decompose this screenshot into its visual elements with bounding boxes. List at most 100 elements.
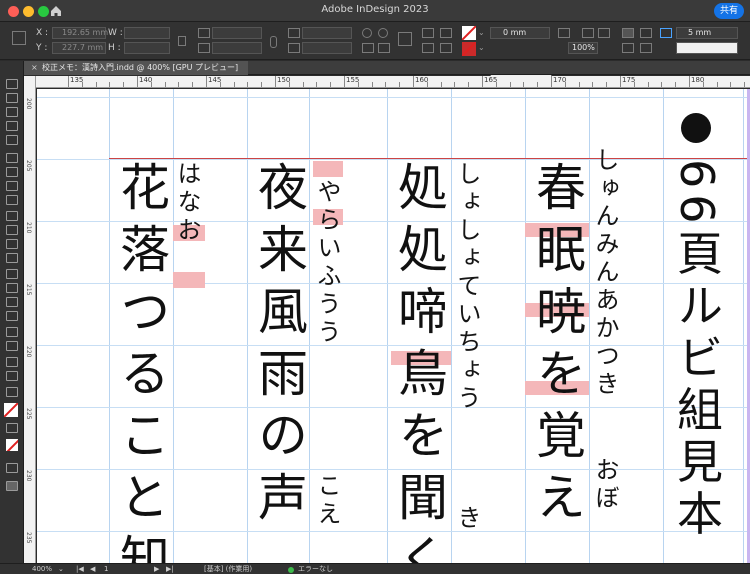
corner-options-icon[interactable] — [558, 28, 570, 38]
zoom-level[interactable]: 400% — [32, 564, 52, 574]
scale-y-icon[interactable] — [198, 43, 210, 53]
scale-x-field[interactable] — [212, 27, 262, 39]
ruby-text[interactable]: おぼ — [591, 457, 619, 513]
rectangle-frame-tool-icon[interactable] — [6, 211, 18, 221]
ruby-text[interactable]: こえ — [313, 473, 341, 529]
close-tab-icon[interactable]: × — [31, 61, 38, 75]
ruler-tick — [123, 82, 125, 87]
zoom-tool-icon[interactable] — [6, 371, 18, 381]
ruler-number: 230 — [25, 470, 32, 482]
w-field[interactable] — [124, 27, 170, 39]
gradient-feather-tool-icon[interactable] — [6, 311, 18, 321]
ruby-text[interactable]: やらいふうう — [313, 179, 341, 347]
auto-fit-icon[interactable] — [640, 28, 652, 38]
object-style-select[interactable] — [676, 42, 738, 54]
rotate-ccw-icon[interactable] — [378, 28, 388, 38]
prev-page-icon[interactable]: ◀ — [90, 564, 95, 574]
stroke-dropdown-icon[interactable]: ⌄ — [478, 43, 485, 52]
ruby-text[interactable]: はなお — [173, 161, 201, 245]
drop-shadow-icon[interactable] — [582, 28, 594, 38]
direct-selection-tool-icon[interactable] — [6, 93, 18, 103]
verse-line[interactable]: 処処啼鳥を聞く — [389, 161, 449, 563]
page-tool-icon[interactable] — [6, 107, 18, 117]
flip-h-icon[interactable] — [362, 43, 374, 53]
content-collector-icon[interactable] — [6, 135, 18, 145]
last-page-icon[interactable]: ▶| — [166, 564, 174, 574]
selection-tool-icon[interactable] — [6, 79, 18, 89]
document-tab[interactable]: × 校正メモ：漢詩入門.indd @ 400% [GPU プレビュー] — [24, 61, 249, 75]
select-content-icon[interactable] — [422, 43, 434, 53]
select-next-icon[interactable] — [440, 43, 452, 53]
type-tool-icon[interactable] — [6, 153, 18, 163]
zoom-dropdown-icon[interactable]: ⌄ — [58, 564, 64, 574]
fill-swatch-icon[interactable] — [462, 26, 476, 40]
scale-x-icon[interactable] — [198, 28, 210, 38]
screen-mode-icon[interactable] — [6, 463, 18, 473]
ruby-highlight — [173, 272, 205, 288]
horizontal-ruler[interactable]: 135140145150155160165170175180185190 — [36, 76, 750, 88]
ruler-tick — [233, 82, 235, 87]
vertical-ruler[interactable]: 200 205 210 215 220 225 230 235 — [24, 76, 36, 563]
stroke-swatch-icon[interactable] — [462, 42, 476, 56]
swap-colors-icon[interactable] — [6, 387, 18, 397]
ruler-tick — [413, 76, 414, 87]
text-wrap-icon[interactable] — [622, 28, 634, 38]
shear-field[interactable] — [302, 42, 352, 54]
offset-value: 5 mm — [688, 28, 712, 37]
text-frame-icon[interactable] — [398, 32, 412, 46]
verse-line[interactable]: 春眠暁を覚え — [527, 161, 587, 533]
select-container-icon[interactable] — [422, 28, 434, 38]
hand-tool-icon[interactable] — [6, 357, 18, 367]
eyedropper-tool-icon[interactable] — [6, 341, 18, 351]
grid-tool-icon[interactable] — [6, 253, 18, 263]
formatting-container-icon[interactable] — [6, 423, 18, 433]
ruler-number: 200 — [25, 98, 32, 110]
rectangle-tool-icon[interactable] — [6, 225, 18, 235]
rotate-cw-icon[interactable] — [362, 28, 372, 38]
first-page-icon[interactable]: |◀ — [76, 564, 84, 574]
rotate-field[interactable] — [302, 27, 352, 39]
shear-icon[interactable] — [288, 43, 300, 53]
preview-mode-icon[interactable] — [6, 481, 18, 491]
ruler-tick — [261, 82, 263, 87]
next-page-icon[interactable]: ▶ — [154, 564, 159, 574]
gradient-swatch-tool-icon[interactable] — [6, 297, 18, 307]
document-canvas[interactable]: 66頁ルビ組見本 しゅんみんあかつき 春眠暁を覚え おぼ しょしょていちょう 処… — [37, 89, 750, 563]
ruby-text[interactable]: き — [453, 505, 481, 533]
apply-none-icon[interactable] — [6, 439, 18, 451]
note-tool-icon[interactable] — [6, 327, 18, 337]
h-field[interactable] — [124, 42, 170, 54]
text-wrap-alt-icon[interactable] — [622, 43, 634, 53]
line-tool-icon[interactable] — [6, 167, 18, 177]
preflight-errors[interactable]: エラーなし — [298, 564, 333, 574]
scissors-tool-icon[interactable] — [6, 269, 18, 279]
table-tool-icon[interactable] — [6, 239, 18, 249]
effects-icon[interactable] — [598, 28, 610, 38]
fill-stroke-icon[interactable] — [4, 403, 18, 417]
pencil-tool-icon[interactable] — [6, 195, 18, 205]
ruler-tick — [302, 82, 304, 87]
w-label: W : — [108, 28, 123, 38]
link-icon[interactable] — [270, 36, 277, 48]
reference-point-icon[interactable] — [12, 31, 26, 45]
verse-line[interactable]: 夜来風雨の声 — [249, 161, 309, 533]
select-prev-icon[interactable] — [440, 28, 452, 38]
constrain-proportions-icon[interactable] — [178, 36, 186, 46]
page-number[interactable]: 1 — [104, 564, 108, 574]
gap-tool-icon[interactable] — [6, 121, 18, 131]
ruby-text[interactable]: しょしょていちょう — [453, 161, 481, 413]
preflight-profile[interactable]: [基本] (作業用) — [204, 564, 252, 574]
ruby-text[interactable]: しゅんみんあかつき — [591, 147, 619, 399]
fill-dropdown-icon[interactable]: ⌄ — [478, 28, 485, 37]
frame-fitting-icon[interactable] — [640, 43, 652, 53]
offset-icon[interactable] — [660, 28, 672, 38]
grid-line — [589, 89, 590, 563]
pen-tool-icon[interactable] — [6, 181, 18, 191]
rotate-icon[interactable] — [288, 28, 300, 38]
free-transform-tool-icon[interactable] — [6, 283, 18, 293]
verse-line[interactable]: 花落つること知 — [111, 161, 171, 563]
share-button[interactable]: 共有 — [713, 3, 744, 19]
scale-y-field[interactable] — [212, 42, 262, 54]
flip-v-icon[interactable] — [378, 43, 390, 53]
page-heading[interactable]: 66頁ルビ組見本 — [669, 159, 725, 542]
